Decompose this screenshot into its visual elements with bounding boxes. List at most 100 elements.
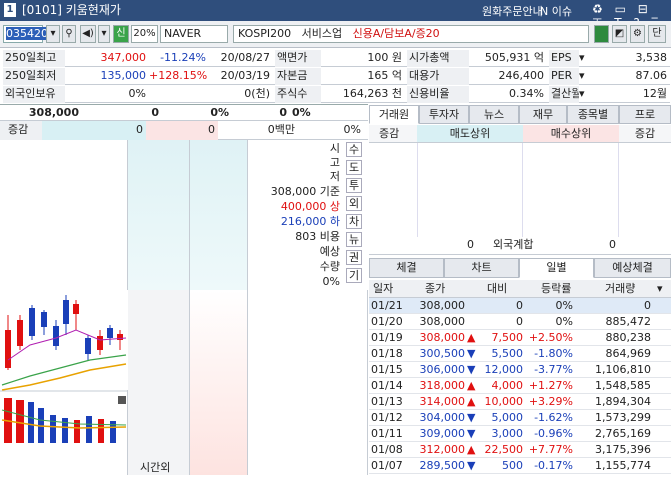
tab-bottom[interactable]: 일별	[519, 258, 594, 278]
daily-row[interactable]: 01/13 314,000 ▲ 10,000 +3.29% 1,894,304	[369, 394, 671, 410]
speaker-dropdown-icon[interactable]: ▾	[98, 25, 110, 43]
sell-qty-column	[0, 140, 128, 290]
daily-row[interactable]: 01/18 300,500 ▼ 5,500 -1.80% 864,969	[369, 346, 671, 362]
stat-value: 135,000	[100, 69, 147, 82]
side-tab[interactable]: 투	[346, 178, 362, 193]
daily-row[interactable]: 01/08 312,000 ▲ 22,500 +7.77% 3,175,396	[369, 442, 671, 458]
side-tabs: 수도투외차뉴권기	[344, 140, 366, 290]
stat-percent	[149, 86, 209, 103]
header-diff: 대비	[487, 282, 508, 295]
tab-top[interactable]: 프로	[619, 105, 671, 124]
tab-top[interactable]: 종목별	[567, 105, 619, 124]
daily-vol: 1,548,585	[595, 379, 651, 392]
daily-close: 314,000	[419, 395, 466, 408]
side-tab[interactable]: 도	[346, 160, 362, 175]
cost-value: 803	[295, 230, 317, 243]
daily-rate: -1.62%	[534, 411, 573, 424]
daily-rate: +3.29%	[528, 395, 573, 408]
tab-top[interactable]: 거래원	[369, 105, 419, 124]
side-tab[interactable]: 수	[346, 142, 362, 157]
daily-arrow: ▼	[467, 427, 476, 440]
change-label: 증감	[0, 121, 42, 140]
daily-vol: 885,472	[605, 315, 652, 328]
daily-arrow: ▼	[467, 411, 476, 424]
header-date: 일자	[373, 282, 394, 295]
single-button[interactable]: 단	[648, 25, 666, 43]
upper-label: 상	[329, 200, 340, 213]
change-amount: 0백만	[267, 123, 295, 136]
tab-top[interactable]: 뉴스	[469, 105, 519, 124]
daily-row[interactable]: 01/12 304,000 ▼ 5,000 -1.62% 1,573,299	[369, 410, 671, 426]
buy-qty-column	[248, 290, 368, 475]
side-tab[interactable]: 뉴	[346, 232, 362, 247]
stat-dropdown-icon[interactable]: ▾	[579, 68, 591, 85]
issue-button[interactable]: N 이슈	[540, 3, 572, 19]
order-notice-link[interactable]: 원화주문안내	[482, 3, 543, 19]
layout-icon[interactable]: ◩	[612, 25, 627, 43]
green-flag-icon[interactable]	[594, 25, 609, 43]
price-summary: 308,000 0 0% 0 0%	[0, 104, 368, 121]
side-tab[interactable]: 권	[346, 250, 362, 265]
price-change: 0	[151, 106, 159, 119]
side-tab[interactable]: 차	[346, 214, 362, 229]
daily-date: 01/13	[371, 395, 403, 408]
daily-rate: -0.17%	[534, 459, 573, 472]
gear-icon[interactable]: ⚙	[630, 25, 645, 43]
foreign-buy: 0	[609, 238, 616, 251]
daily-row[interactable]: 01/11 309,000 ▼ 3,000 -0.96% 2,765,169	[369, 426, 671, 442]
chart-close-icon	[118, 396, 126, 404]
speaker-icon[interactable]: ◀)	[80, 25, 96, 43]
tab-bottom[interactable]: 체결	[369, 258, 444, 278]
qty-value: 0%	[322, 275, 340, 288]
daily-arrow: ▲	[467, 379, 476, 392]
daily-date: 01/15	[371, 363, 403, 376]
cost-label: 비용	[319, 230, 340, 243]
daily-row[interactable]: 01/14 318,000 ▲ 4,000 +1.27% 1,548,585	[369, 378, 671, 394]
stat-value: 0%	[128, 87, 146, 100]
stat-percent: +128.15%	[149, 69, 208, 82]
tab-top[interactable]: 재무	[519, 105, 567, 124]
tab-bottom[interactable]: 차트	[444, 258, 519, 278]
stat-percent: -11.24%	[160, 51, 206, 64]
daily-diff: 7,500	[491, 331, 524, 344]
daily-row[interactable]: 01/21 308,000 0 0% 0	[369, 298, 671, 314]
daily-arrow: ▼	[467, 363, 476, 376]
daily-row[interactable]: 01/19 308,000 ▲ 7,500 +2.50% 880,238	[369, 330, 671, 346]
label-open: 시	[329, 142, 340, 155]
daily-date: 01/14	[371, 379, 403, 392]
stat-dropdown-icon[interactable]: ▾	[579, 50, 591, 67]
stat-label-2: 액면가	[275, 50, 321, 67]
stat-label-4: 결산월	[549, 86, 579, 103]
search-icon[interactable]: ⚲	[62, 25, 76, 43]
change-percent: 0%	[343, 123, 361, 136]
stat-value-3: 0.34%	[509, 87, 544, 100]
daily-header: 일자 종가 대비 등락률 거래량 ▾	[369, 280, 671, 298]
daily-arrow: ▲	[467, 443, 476, 456]
daily-vol: 880,238	[605, 331, 652, 344]
side-tab[interactable]: 기	[346, 268, 362, 283]
daily-row[interactable]: 01/07 289,500 ▼ 500 -0.17% 1,155,774	[369, 458, 671, 474]
stat-label: 250일최고	[3, 50, 65, 67]
daily-date: 01/07	[371, 459, 403, 472]
daily-vol: 864,969	[605, 347, 652, 360]
side-tab[interactable]: 외	[346, 196, 362, 211]
stat-label-4: PER	[549, 68, 579, 85]
daily-diff: 500	[502, 459, 523, 472]
after-hours-label: 시간외	[140, 461, 171, 474]
tab-top[interactable]: 투자자	[419, 105, 469, 124]
tab-bottom[interactable]: 예상체결	[594, 258, 671, 278]
code-dropdown-icon[interactable]: ▾	[46, 25, 60, 43]
daily-date: 01/08	[371, 443, 403, 456]
buy-price-column	[128, 290, 190, 475]
stock-code-input[interactable]: 035420	[3, 25, 48, 43]
stat-date: 0(천)	[244, 87, 270, 100]
daily-row[interactable]: 01/20 308,000 0 0% 885,472	[369, 314, 671, 330]
stat-dropdown-icon[interactable]: ▾	[579, 86, 591, 103]
daily-row[interactable]: 01/15 306,000 ▼ 12,000 -3.77% 1,106,810	[369, 362, 671, 378]
stats-row: 250일최고 347,000 -11.24% 20/08/27 액면가 100 원 시가총액…	[3, 50, 670, 67]
sort-dropdown-icon[interactable]: ▾	[657, 280, 663, 297]
window-title: [0101] 키움현재가	[22, 3, 121, 17]
current-price: 308,000	[28, 106, 79, 119]
stat-label-3: 시가총액	[407, 50, 469, 67]
credit-info: 신용A/담보A/증20	[352, 27, 440, 40]
